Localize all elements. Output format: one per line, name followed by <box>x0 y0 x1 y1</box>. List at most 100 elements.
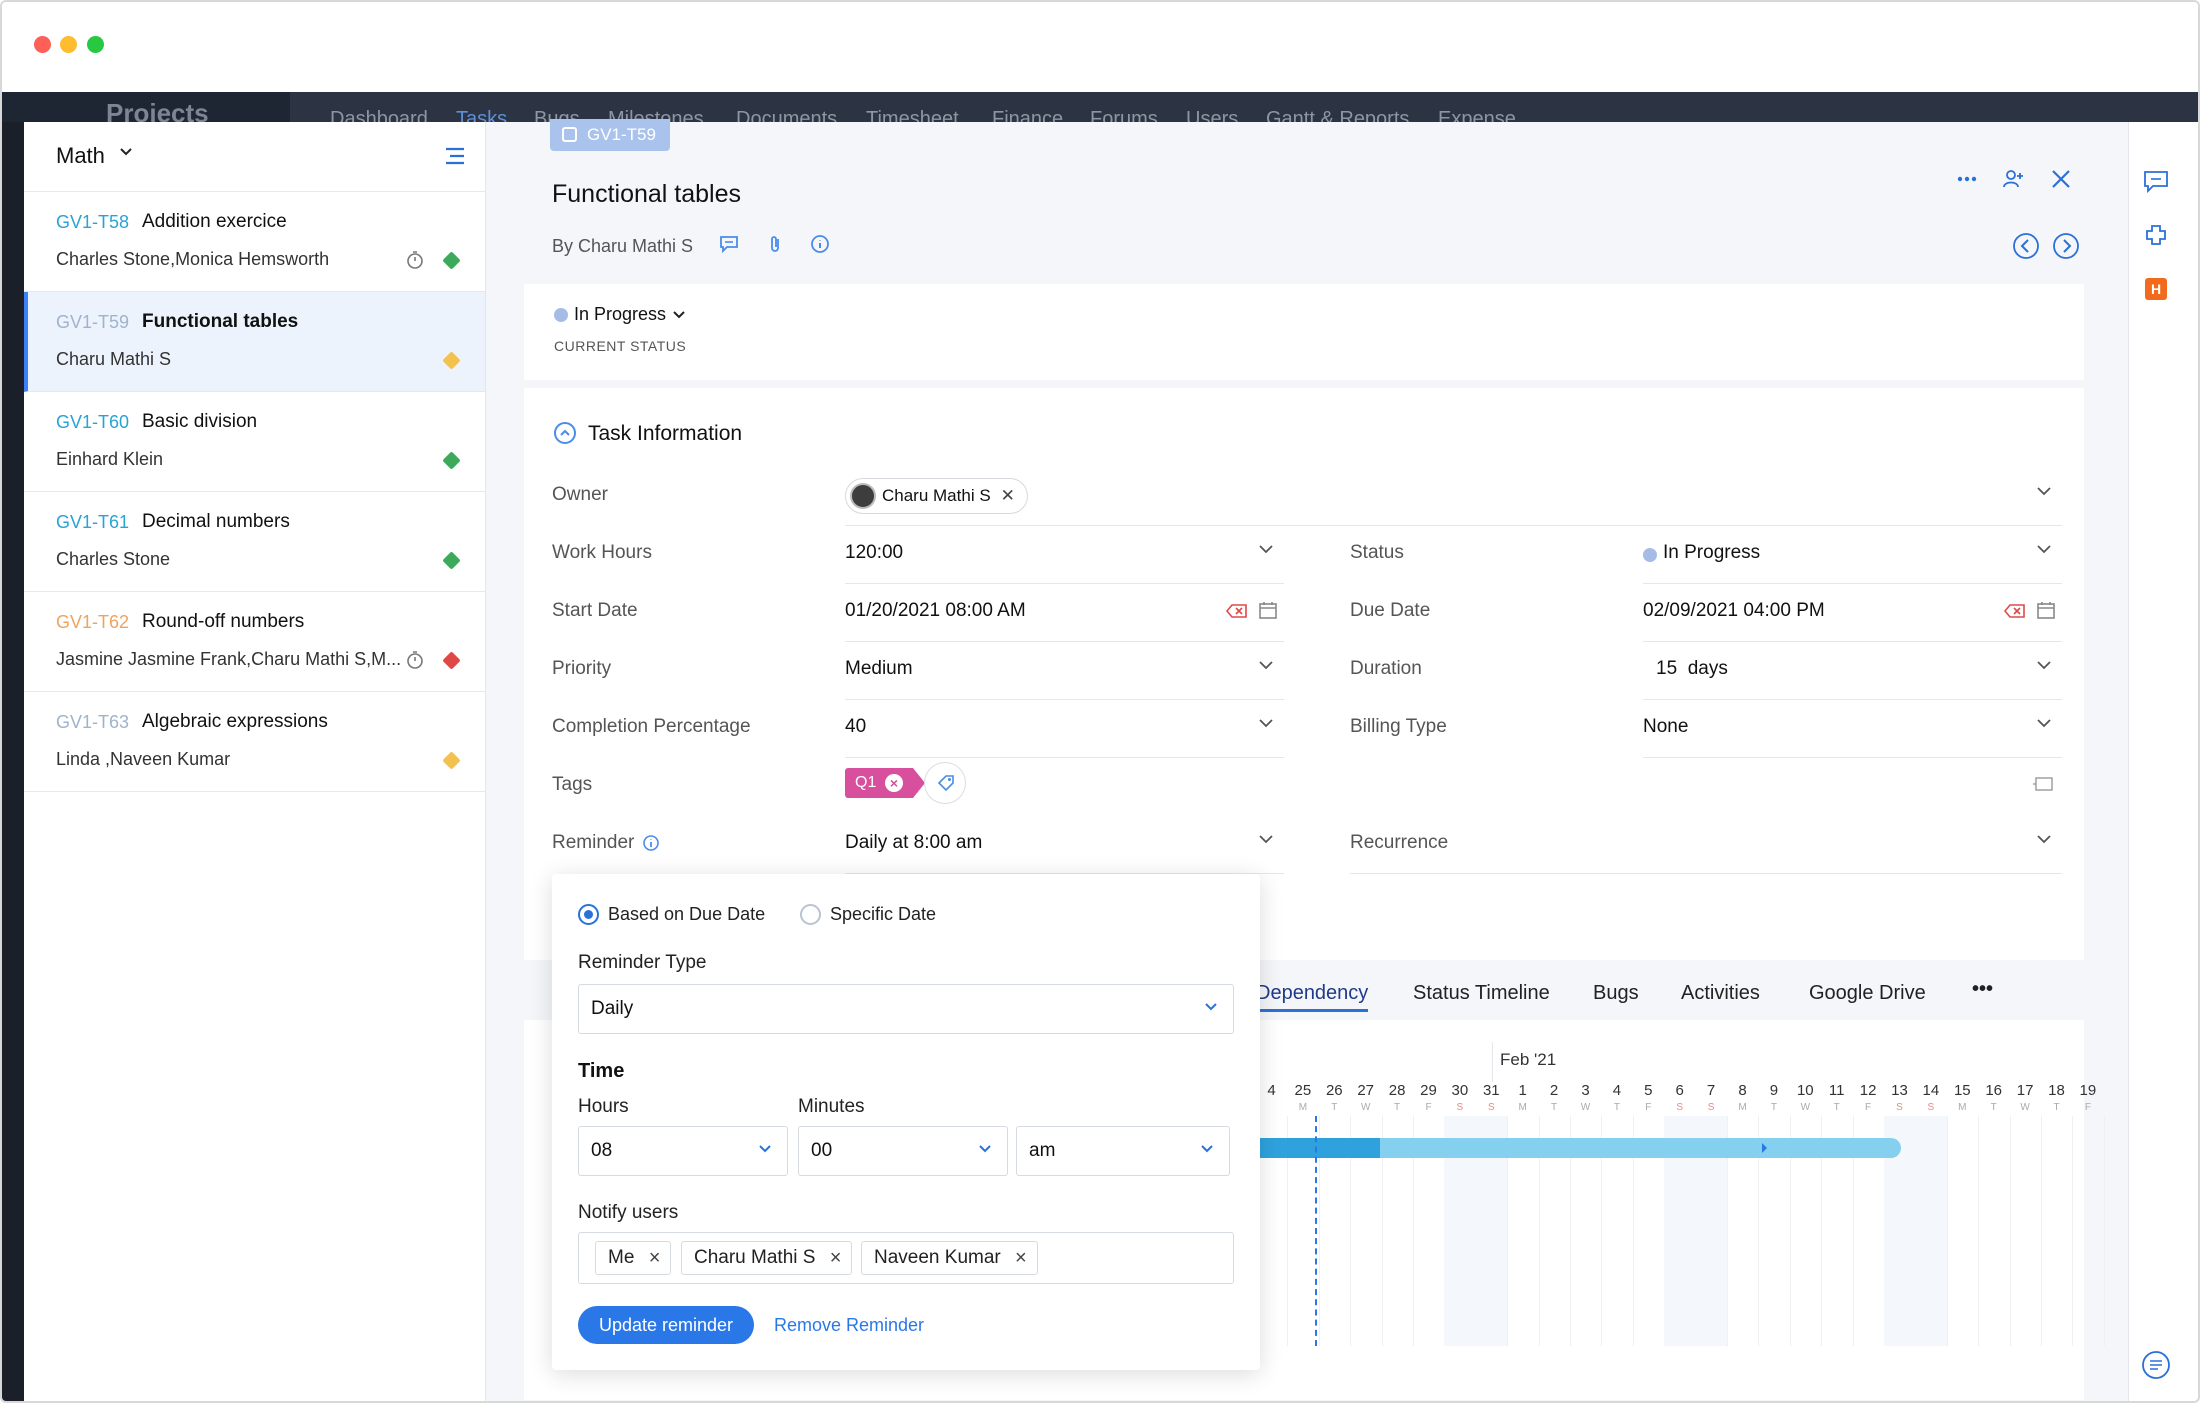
clear-date-icon[interactable] <box>2004 604 2026 618</box>
task-list-item-selected[interactable]: GV1-T59 Functional tables Charu Mathi S <box>24 292 485 392</box>
reminder-field[interactable]: Reminder Daily at 8:00 am <box>552 816 1284 874</box>
remove-reminder-button[interactable]: Remove Reminder <box>774 1315 924 1336</box>
field-value[interactable]: Daily at 8:00 am <box>845 832 982 854</box>
task-list-item[interactable]: GV1-T62 Round-off numbers Jasmine Jasmin… <box>24 592 485 692</box>
chevron-down-icon[interactable] <box>2036 544 2052 554</box>
remove-tag-icon[interactable]: × <box>885 774 903 792</box>
task-list-item[interactable]: GV1-T61 Decimal numbers Charles Stone <box>24 492 485 592</box>
today-marker <box>1315 1116 1317 1346</box>
field-value[interactable]: None <box>1643 716 1688 738</box>
priority-field[interactable]: Priority Medium <box>552 642 1284 700</box>
radio-based-on-due-date[interactable]: Based on Due Date <box>578 904 765 925</box>
weekday-label: F <box>2084 1102 2091 1113</box>
weekday-label: T <box>1331 1102 1338 1113</box>
chevron-down-icon[interactable] <box>2036 718 2052 728</box>
close-window-button[interactable] <box>34 36 51 53</box>
update-reminder-button[interactable]: Update reminder <box>578 1306 754 1344</box>
reminder-type-label: Reminder Type <box>578 952 707 973</box>
timer-icon[interactable] <box>406 250 424 270</box>
next-task-icon[interactable] <box>2052 232 2080 260</box>
user-chip[interactable]: Charu Mathi S × <box>681 1241 853 1275</box>
tab-bugs[interactable]: Bugs <box>1593 982 1639 1005</box>
remove-user-icon[interactable]: × <box>830 1242 842 1274</box>
more-options-icon[interactable] <box>1956 174 1978 184</box>
field-value[interactable]: Medium <box>845 658 913 680</box>
work-hours-field[interactable]: Work Hours 120:00 <box>552 526 1284 584</box>
chevron-down-icon[interactable] <box>1258 718 1274 728</box>
field-value[interactable]: In Progress <box>1663 542 1760 564</box>
ampm-select[interactable]: am <box>1016 1126 1230 1176</box>
previous-task-icon[interactable] <box>2012 232 2040 260</box>
chevron-down-icon[interactable] <box>2036 834 2052 844</box>
follow-users-icon[interactable] <box>2001 167 2025 191</box>
chevron-up-icon[interactable] <box>1258 834 1274 844</box>
due-date-field[interactable]: Due Date 02/09/2021 04:00 PM <box>1350 584 2062 642</box>
app-badge-icon[interactable]: H <box>2145 278 2167 300</box>
timer-icon[interactable] <box>406 650 424 670</box>
comment-icon[interactable] <box>718 234 740 254</box>
remove-user-icon[interactable]: × <box>649 1242 661 1274</box>
chat-icon[interactable] <box>2143 170 2169 194</box>
day-gridline <box>1978 1116 1980 1346</box>
tag-settings-icon[interactable] <box>2032 776 2054 792</box>
remove-owner-icon[interactable]: ✕ <box>1001 486 1015 505</box>
bar-end-arrow-icon[interactable] <box>1761 1142 1769 1154</box>
current-status-value[interactable]: In Progress <box>574 304 666 325</box>
chevron-down-icon[interactable] <box>118 146 134 158</box>
add-tag-button[interactable] <box>924 762 966 804</box>
info-icon[interactable] <box>810 234 830 254</box>
page-title[interactable]: Functional tables <box>552 180 741 209</box>
start-date-field[interactable]: Start Date 01/20/2021 08:00 AM <box>552 584 1284 642</box>
tab-status-timeline[interactable]: Status Timeline <box>1413 982 1550 1005</box>
tab-dependency[interactable]: Dependency <box>1256 982 1369 1012</box>
section-header[interactable]: Task Information <box>554 422 742 446</box>
field-value[interactable]: 120:00 <box>845 542 903 564</box>
day-label: 26 <box>1325 1082 1343 1099</box>
calendar-icon[interactable] <box>2036 600 2056 620</box>
info-icon[interactable] <box>642 834 660 852</box>
tab-google-drive[interactable]: Google Drive <box>1809 982 1926 1005</box>
field-value[interactable]: 40 <box>845 716 866 738</box>
integrations-icon[interactable] <box>2143 222 2169 248</box>
minutes-select[interactable]: 00 <box>798 1126 1008 1176</box>
reminder-type-select[interactable]: Daily <box>578 984 1234 1034</box>
chevron-down-icon[interactable] <box>2036 660 2052 670</box>
hours-select[interactable]: 08 <box>578 1126 788 1176</box>
chevron-down-icon[interactable] <box>2036 486 2052 496</box>
recurrence-field[interactable]: Recurrence <box>1350 816 2062 874</box>
radio-specific-date[interactable]: Specific Date <box>800 904 936 925</box>
task-list-item[interactable]: GV1-T58 Addition exercice Charles Stone,… <box>24 192 485 292</box>
billing-type-field[interactable]: Billing Type None <box>1350 700 2062 758</box>
day-gridline <box>2041 1116 2042 1346</box>
tab-activities[interactable]: Activities <box>1681 982 1760 1005</box>
tasklist-name[interactable]: Math <box>56 143 105 169</box>
menu-circle-icon[interactable] <box>2141 1350 2171 1380</box>
close-icon[interactable] <box>2050 168 2072 190</box>
radio-unselected-icon <box>800 904 821 925</box>
task-list-item[interactable]: GV1-T63 Algebraic expressions Linda ,Nav… <box>24 692 485 792</box>
remove-user-icon[interactable]: × <box>1015 1242 1027 1274</box>
field-value[interactable]: 02/09/2021 04:00 PM <box>1643 600 1825 622</box>
tag-chip[interactable]: Q1 × <box>845 768 925 798</box>
clear-date-icon[interactable] <box>1226 604 1248 618</box>
chevron-down-icon[interactable] <box>1258 660 1274 670</box>
status-field[interactable]: Status In Progress <box>1350 526 2062 584</box>
user-chip[interactable]: Naveen Kumar × <box>861 1241 1038 1275</box>
notify-users-input[interactable]: Me × Charu Mathi S × Naveen Kumar × <box>578 1232 1234 1284</box>
field-value[interactable]: 01/20/2021 08:00 AM <box>845 600 1026 622</box>
zoom-window-button[interactable] <box>87 36 104 53</box>
attachment-icon[interactable] <box>768 234 782 254</box>
chevron-down-icon[interactable] <box>1258 544 1274 554</box>
owner-chip[interactable]: Charu Mathi S ✕ <box>845 478 1028 514</box>
calendar-icon[interactable] <box>1258 600 1278 620</box>
duration-field[interactable]: Duration 15 days <box>1350 642 2062 700</box>
field-value[interactable]: 15 days <box>1656 658 1728 680</box>
collapse-icon[interactable] <box>554 422 576 444</box>
user-chip[interactable]: Me × <box>595 1241 672 1275</box>
tab-more[interactable]: ••• <box>1972 978 1993 1001</box>
completion-percentage-field[interactable]: Completion Percentage 40 <box>552 700 1284 758</box>
minimize-window-button[interactable] <box>60 36 77 53</box>
list-menu-icon[interactable] <box>444 146 466 166</box>
chevron-down-icon[interactable] <box>672 310 686 320</box>
task-list-item[interactable]: GV1-T60 Basic division Einhard Klein <box>24 392 485 492</box>
